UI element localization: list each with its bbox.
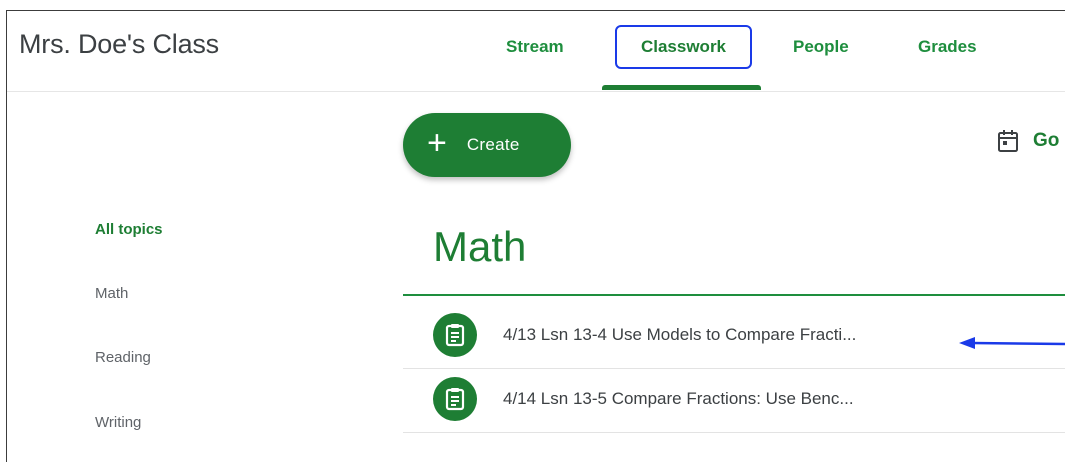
calendar-link[interactable]: Go	[997, 129, 1059, 153]
topic-math[interactable]: Math	[95, 285, 128, 302]
tab-grades[interactable]: Grades	[918, 37, 977, 57]
class-header: Mrs. Doe's Class Stream Classwork People…	[7, 11, 1065, 92]
plus-icon: +	[427, 124, 447, 162]
assignment-title: 4/14 Lsn 13-5 Compare Fractions: Use Ben…	[503, 389, 854, 408]
assignment-row[interactable]: 4/14 Lsn 13-5 Compare Fractions: Use Ben…	[403, 369, 1065, 433]
classroom-window: Mrs. Doe's Class Stream Classwork People…	[6, 10, 1065, 462]
section-title[interactable]: Math	[433, 223, 526, 271]
create-button-label: Create	[466, 135, 520, 154]
class-title[interactable]: Mrs. Doe's Class	[19, 29, 219, 60]
assignment-icon	[433, 313, 477, 357]
create-button[interactable]: + Create	[403, 113, 571, 177]
section-divider	[403, 294, 1065, 296]
assignment-icon	[433, 377, 477, 421]
topic-writing[interactable]: Writing	[95, 414, 141, 431]
calendar-icon	[998, 130, 1018, 152]
assignment-title: 4/13 Lsn 13-4 Use Models to Compare Frac…	[503, 325, 857, 344]
tab-classwork[interactable]: Classwork	[615, 25, 752, 69]
active-tab-indicator	[602, 85, 761, 90]
topic-reading[interactable]: Reading	[95, 349, 151, 366]
arrow-left-icon	[959, 337, 1065, 349]
tab-stream[interactable]: Stream	[506, 37, 564, 57]
tab-people[interactable]: People	[793, 37, 849, 57]
calendar-link-label: Go	[1033, 130, 1060, 151]
topic-all-topics[interactable]: All topics	[95, 221, 163, 238]
tab-classwork-label: Classwork	[640, 37, 727, 56]
